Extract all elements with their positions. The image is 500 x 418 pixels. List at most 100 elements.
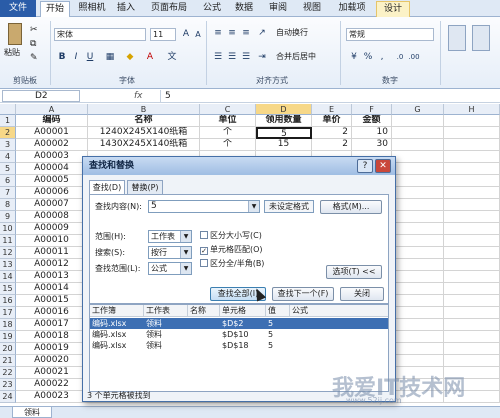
grid-cell[interactable] (444, 343, 500, 355)
paste-icon[interactable] (8, 23, 22, 45)
tab-find[interactable]: 查找(D) (89, 180, 125, 195)
grid-cell[interactable] (392, 247, 444, 259)
options-button[interactable]: 选项(T) << (326, 265, 382, 279)
row-header[interactable]: 21 (0, 355, 16, 367)
comma-icon[interactable]: , (376, 51, 388, 63)
grid-cell[interactable] (444, 151, 500, 163)
grid-cell[interactable] (392, 259, 444, 271)
grid-cell[interactable]: A00014 (16, 283, 88, 295)
grid-cell[interactable] (392, 355, 444, 367)
result-row[interactable]: 编码.xlsx 领料 $D$18 5 (90, 340, 388, 351)
format-button[interactable]: 格式(M)... (320, 200, 382, 214)
grid-cell[interactable]: A00017 (16, 319, 88, 331)
select-all-corner[interactable] (0, 104, 16, 115)
column-header-b[interactable]: B (88, 104, 200, 115)
font-size-select[interactable]: 11 (150, 28, 176, 41)
grid-cell[interactable] (392, 127, 444, 139)
grid-cell[interactable]: A00005 (16, 175, 88, 187)
row-header[interactable]: 2 (0, 127, 16, 139)
cut-icon[interactable]: ✂ (30, 25, 40, 35)
decrease-decimal-icon[interactable]: .00 (408, 51, 420, 63)
grid-cell[interactable] (392, 151, 444, 163)
currency-icon[interactable]: ¥ (348, 51, 360, 63)
grid-cell[interactable] (444, 235, 500, 247)
grid-cell[interactable] (392, 139, 444, 151)
header-cell[interactable]: 单位 (200, 115, 256, 127)
font-name-select[interactable]: 宋体 (54, 28, 146, 41)
search-select[interactable]: 按行 ▼ (148, 246, 192, 259)
row-header[interactable]: 6 (0, 175, 16, 187)
borders-icon[interactable]: ▦ (104, 51, 116, 63)
match-case-checkbox[interactable]: 区分大小写(C) (200, 231, 262, 241)
grid-cell[interactable]: A00019 (16, 343, 88, 355)
chevron-down-icon[interactable]: ▼ (180, 231, 191, 242)
tab-insert[interactable]: 插入 (112, 1, 140, 17)
row-header[interactable]: 7 (0, 187, 16, 199)
grid-cell[interactable]: 个 (200, 127, 256, 139)
align-top-icon[interactable]: ≡ (212, 27, 224, 39)
header-cell[interactable]: 单价 (312, 115, 352, 127)
grid-cell[interactable]: 个 (200, 139, 256, 151)
format-painter-icon[interactable]: ✎ (30, 53, 40, 63)
grid-cell[interactable]: A00016 (16, 307, 88, 319)
tab-formulas[interactable]: 公式 (198, 1, 226, 17)
grid-cell[interactable]: A00007 (16, 199, 88, 211)
grid-cell[interactable] (392, 199, 444, 211)
grid-cell[interactable]: A00003 (16, 151, 88, 163)
results-col-cell[interactable]: 单元格 (220, 305, 266, 317)
find-next-button[interactable]: 查找下一个(F) (272, 287, 334, 301)
column-header-f[interactable]: F (352, 104, 392, 115)
grid-cell[interactable] (392, 343, 444, 355)
grid-cell[interactable]: A00022 (16, 379, 88, 391)
orientation-icon[interactable]: ↗ (256, 27, 268, 39)
grid-cell[interactable] (444, 163, 500, 175)
grid-cell[interactable]: A00018 (16, 331, 88, 343)
row-header[interactable]: 4 (0, 151, 16, 163)
row-header[interactable]: 9 (0, 211, 16, 223)
copy-icon[interactable]: ⧉ (30, 39, 40, 49)
grid-cell[interactable] (392, 295, 444, 307)
underline-button[interactable]: U (84, 51, 96, 63)
results-col-value[interactable]: 值 (266, 305, 290, 317)
grid-cell[interactable]: A00020 (16, 355, 88, 367)
chevron-down-icon[interactable]: ▼ (180, 263, 191, 274)
grid-cell[interactable] (444, 319, 500, 331)
grid-cell[interactable]: A00001 (16, 127, 88, 139)
italic-button[interactable]: I (70, 51, 82, 63)
header-cell[interactable] (392, 115, 444, 127)
grid-cell[interactable] (392, 307, 444, 319)
row-header[interactable]: 1 (0, 115, 16, 127)
grid-cell[interactable] (444, 307, 500, 319)
grid-cell[interactable]: A00011 (16, 247, 88, 259)
grid-cell[interactable] (392, 319, 444, 331)
fx-icon[interactable]: fx (84, 90, 158, 102)
grid-cell[interactable] (444, 283, 500, 295)
grid-cell[interactable]: 5 (256, 127, 312, 139)
grid-cell[interactable] (392, 271, 444, 283)
column-header-h[interactable]: H (444, 104, 500, 115)
within-select[interactable]: 工作表 ▼ (148, 230, 192, 243)
grid-cell[interactable] (444, 211, 500, 223)
table-format-icon[interactable] (472, 25, 490, 51)
row-header[interactable]: 3 (0, 139, 16, 151)
header-cell[interactable]: 金额 (352, 115, 392, 127)
row-header[interactable]: 11 (0, 235, 16, 247)
row-header[interactable]: 24 (0, 391, 16, 403)
percent-icon[interactable]: % (362, 51, 374, 63)
row-header[interactable]: 14 (0, 271, 16, 283)
increase-decimal-icon[interactable]: .0 (394, 51, 406, 63)
indent-icon[interactable]: ⇥ (256, 51, 268, 63)
grid-cell[interactable]: A00002 (16, 139, 88, 151)
grid-cell[interactable]: A00013 (16, 271, 88, 283)
number-format-select[interactable]: 常规 (346, 28, 434, 41)
tab-camera[interactable]: 照相机 (74, 1, 110, 17)
match-width-checkbox[interactable]: 区分全/半角(B) (200, 259, 264, 269)
row-header[interactable]: 18 (0, 319, 16, 331)
tab-replace[interactable]: 替换(P) (127, 180, 163, 194)
results-col-name[interactable]: 名称 (188, 305, 220, 317)
grid-cell[interactable]: 1240X245X140纸箱 (88, 127, 200, 139)
grid-cell[interactable]: A00010 (16, 235, 88, 247)
row-header[interactable]: 23 (0, 379, 16, 391)
shrink-font-icon[interactable]: A (192, 29, 204, 41)
row-header[interactable]: 5 (0, 163, 16, 175)
